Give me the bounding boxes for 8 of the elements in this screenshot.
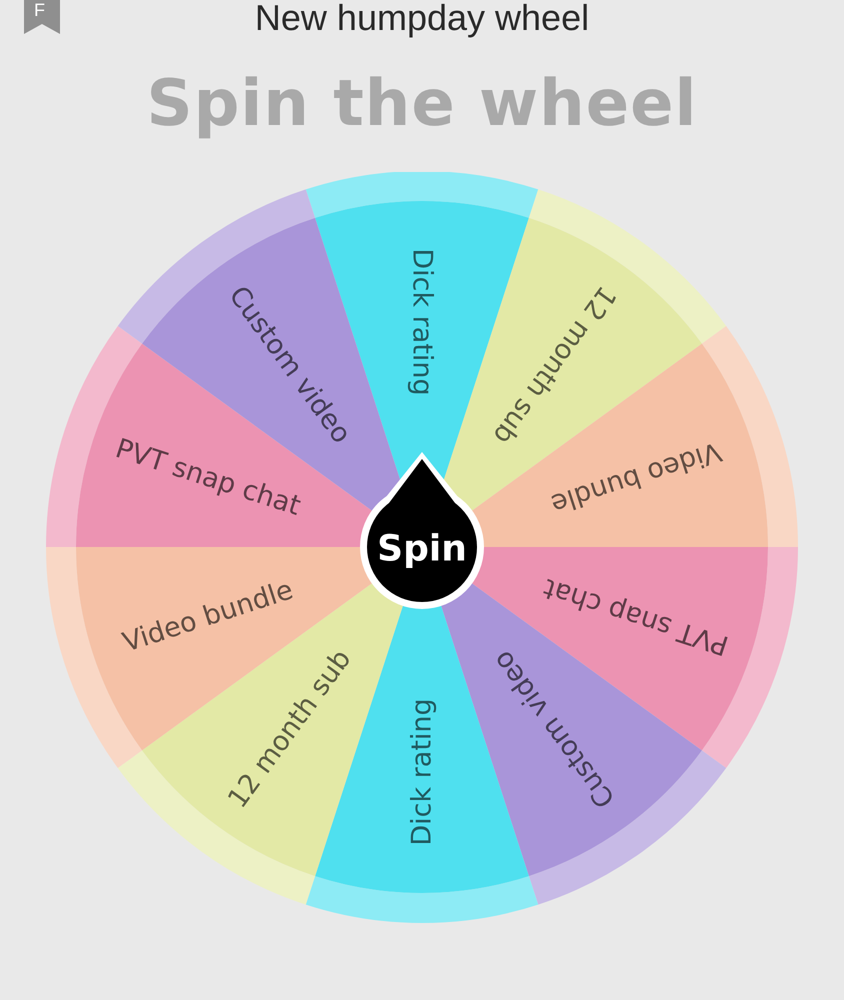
segment-label: Dick rating	[406, 248, 438, 396]
segment-label: Video bundle	[119, 574, 297, 659]
segment-label: PVT snap chat	[540, 572, 732, 661]
page-heading: Spin the wheel	[146, 72, 698, 136]
segment-label: PVT snap chat	[112, 433, 304, 522]
segment-label: Dick rating	[406, 698, 438, 846]
window-title: New humpday wheel	[254, 0, 590, 36]
segment-label: Video bundle	[547, 435, 725, 520]
